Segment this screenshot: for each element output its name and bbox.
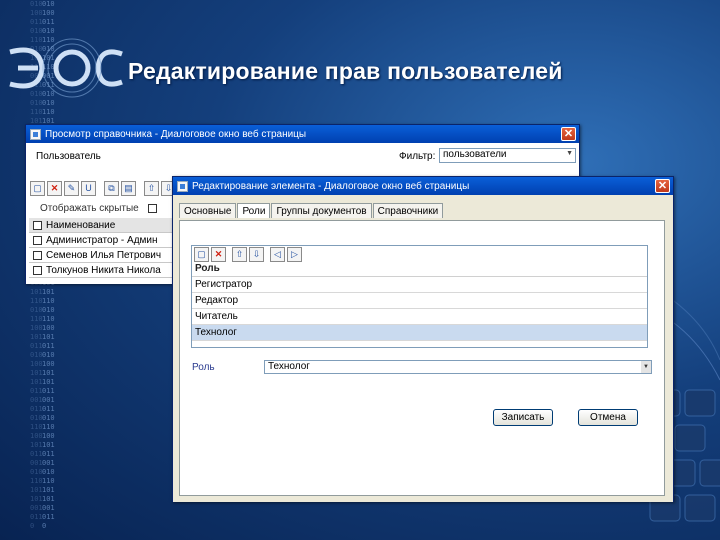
- eos-logo: [9, 38, 123, 98]
- filter-select[interactable]: пользователи ▼: [439, 148, 576, 163]
- show-hidden-label: Отображать скрытые: [40, 203, 139, 214]
- tab-main[interactable]: Основные: [179, 203, 237, 218]
- move-left-icon[interactable]: ◁: [270, 247, 285, 262]
- filter-value: пользователи: [443, 149, 507, 160]
- filter-label: Фильтр:: [399, 151, 436, 162]
- delete-icon[interactable]: ✕: [211, 247, 226, 262]
- role-select[interactable]: Технолог ▼: [264, 360, 652, 374]
- table-cell: Администратор - Админ: [46, 234, 158, 246]
- move-up-icon[interactable]: ⇧: [232, 247, 247, 262]
- roles-grid: ▢ ✕ ⇧ ⇩ ◁ ▷ Роль Регистратор Редактор Чи…: [191, 245, 648, 348]
- close-icon[interactable]: ✕: [561, 127, 576, 141]
- delete-icon[interactable]: ✕: [47, 181, 62, 196]
- directory-viewer-title: Просмотр справочника - Диалоговое окно в…: [45, 128, 307, 140]
- row-checkbox[interactable]: [33, 250, 42, 260]
- table-row[interactable]: Администратор - Админ: [29, 233, 179, 248]
- tab-directories[interactable]: Справочники: [372, 203, 444, 218]
- paste-icon[interactable]: ▤: [121, 181, 136, 196]
- move-right-icon[interactable]: ▷: [287, 247, 302, 262]
- row-checkbox[interactable]: [33, 265, 42, 275]
- cancel-button[interactable]: Отмена: [578, 409, 638, 426]
- roles-tab-panel: ИИ ▢ ✕ ⇧ ⇩ ◁ ▷ Роль Регистратор Редактор…: [179, 220, 665, 496]
- role-row-reader[interactable]: Читатель: [192, 309, 647, 325]
- select-all-checkbox[interactable]: [33, 220, 42, 230]
- directory-viewer-titlebar[interactable]: Просмотр справочника - Диалоговое окно в…: [26, 125, 579, 143]
- show-hidden-option: Отображать скрытые: [40, 203, 157, 214]
- move-down-icon[interactable]: ⇩: [249, 247, 264, 262]
- tab-document-groups[interactable]: Группы документов: [271, 203, 372, 218]
- edit-element-dialog: Редактирование элемента - Диалоговое окн…: [172, 176, 674, 502]
- move-up-icon[interactable]: ⇧: [144, 181, 159, 196]
- role-row-technologist[interactable]: Технолог: [192, 325, 647, 341]
- show-hidden-checkbox[interactable]: [147, 203, 157, 213]
- section-label: Пользователь: [36, 151, 101, 162]
- slide-title: Редактирование прав пользователей: [128, 58, 563, 84]
- edit-dialog-content: Основные Роли Группы документов Справочн…: [173, 195, 673, 502]
- chevron-down-icon[interactable]: ▼: [566, 150, 573, 157]
- table-cell: Толкунов Никита Никола: [46, 264, 161, 276]
- directory-toolbar: ▢ ✕ ✎ U ⧉ ▤ ⇧ ⇩: [30, 181, 176, 196]
- window-icon: [177, 180, 188, 192]
- unlock-icon[interactable]: U: [81, 181, 96, 196]
- dialog-tabs: Основные Роли Группы документов Справочн…: [179, 203, 444, 218]
- roles-toolbar: ▢ ✕ ⇧ ⇩ ◁ ▷: [192, 246, 647, 263]
- new-document-icon[interactable]: ▢: [30, 181, 45, 196]
- table-row[interactable]: Семенов Илья Петрович: [29, 248, 179, 263]
- roles-column-header[interactable]: Роль: [192, 263, 647, 277]
- table-cell: Семенов Илья Петрович: [46, 249, 162, 261]
- close-icon[interactable]: ✕: [655, 179, 670, 193]
- role-select-value: Технолог: [268, 361, 310, 372]
- role-row-editor[interactable]: Редактор: [192, 293, 647, 309]
- window-icon: [30, 128, 41, 140]
- edit-dialog-title: Редактирование элемента - Диалоговое окн…: [192, 180, 470, 192]
- edit-icon[interactable]: ✎: [64, 181, 79, 196]
- role-row-registrar[interactable]: Регистратор: [192, 277, 647, 293]
- save-button[interactable]: Записать: [493, 409, 553, 426]
- edit-dialog-titlebar[interactable]: Редактирование элемента - Диалоговое окн…: [173, 177, 673, 195]
- row-checkbox[interactable]: [33, 235, 42, 245]
- grid-header-row: Наименование: [29, 218, 179, 233]
- users-grid: Наименование Администратор - Админ Семен…: [29, 218, 179, 278]
- column-name-header[interactable]: Наименование: [46, 220, 115, 231]
- chevron-down-icon[interactable]: ▼: [641, 361, 651, 373]
- table-row[interactable]: Толкунов Никита Никола: [29, 263, 179, 278]
- tab-roles[interactable]: Роли: [237, 203, 271, 218]
- copy-icon[interactable]: ⧉: [104, 181, 119, 196]
- new-document-icon[interactable]: ▢: [194, 247, 209, 262]
- role-field-label: Роль: [192, 362, 215, 373]
